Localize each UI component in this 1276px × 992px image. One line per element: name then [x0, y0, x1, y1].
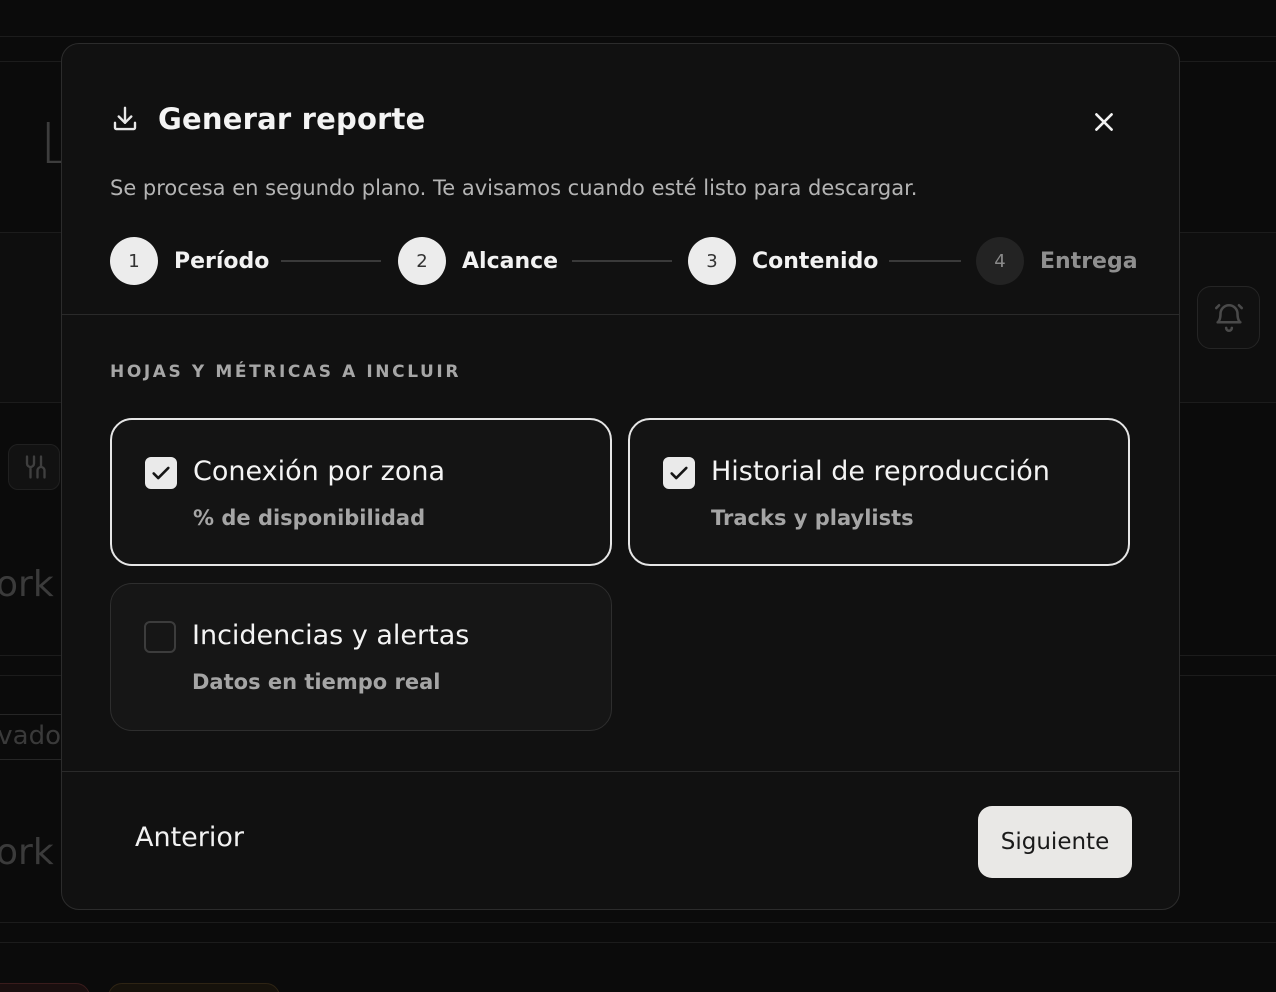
checkbox-playback-history[interactable] [663, 457, 695, 489]
step-label: Alcance [462, 248, 559, 274]
option-subtitle: Tracks y playlists [711, 506, 914, 530]
dialog-subtitle: Se procesa en segundo plano. Te avisamos… [110, 176, 918, 200]
step-connector [281, 260, 381, 262]
dialog-footer: Anterior Siguiente [62, 771, 1179, 909]
option-card-incidents-alerts[interactable]: Incidencias y alertas Datos en tiempo re… [110, 583, 612, 731]
bell-icon [1214, 303, 1243, 332]
bg-filter-button[interactable] [8, 444, 60, 490]
previous-button[interactable]: Anterior [135, 822, 244, 853]
close-button[interactable] [1086, 104, 1122, 140]
step-number: 3 [688, 237, 736, 285]
option-title: Incidencias y alertas [192, 620, 470, 651]
step-connector [572, 260, 672, 262]
step-delivery[interactable]: 4 Entrega [976, 237, 1138, 285]
bg-divider [0, 36, 1276, 37]
dialog-title-row: Generar reporte [110, 102, 426, 136]
step-content[interactable]: 3 Contenido [688, 237, 878, 285]
step-number: 2 [398, 237, 446, 285]
step-label: Contenido [752, 248, 879, 274]
step-number: 4 [976, 237, 1024, 285]
checkbox-incidents-alerts[interactable] [144, 621, 176, 653]
option-subtitle: % de disponibilidad [193, 506, 426, 530]
option-card-playback-history[interactable]: Historial de reproducción Tracks y playl… [628, 418, 1130, 566]
notifications-button[interactable] [1197, 286, 1260, 349]
option-subtitle: Datos en tiempo real [192, 670, 441, 694]
option-title: Conexión por zona [193, 456, 446, 487]
dialog-header: Generar reporte Se procesa en segundo pl… [62, 44, 1179, 315]
close-icon [1095, 113, 1113, 131]
checkbox-zone-connection[interactable] [145, 457, 177, 489]
bg-divider [0, 922, 1276, 923]
dialog-title: Generar reporte [158, 102, 426, 136]
generate-report-dialog: Generar reporte Se procesa en segundo pl… [61, 43, 1180, 910]
next-button[interactable]: Siguiente [978, 806, 1132, 878]
step-scope[interactable]: 2 Alcance [398, 237, 558, 285]
option-title: Historial de reproducción [711, 456, 1050, 487]
check-icon [152, 466, 170, 480]
step-label: Período [174, 248, 270, 274]
bg-badge [0, 983, 90, 992]
bg-badge [108, 983, 280, 992]
step-period[interactable]: 1 Período [110, 237, 269, 285]
step-number: 1 [110, 237, 158, 285]
section-label: HOJAS Y MÉTRICAS A INCLUIR [110, 362, 462, 382]
plug-icon [25, 455, 46, 479]
option-card-zone-connection[interactable]: Conexión por zona % de disponibilidad [110, 418, 612, 566]
check-icon [670, 466, 688, 480]
wizard-stepper: 1 Período 2 Alcance 3 Contenido 4 Entreg… [110, 237, 1138, 285]
bg-divider [0, 942, 1276, 943]
step-connector [889, 260, 961, 262]
download-icon [110, 103, 142, 135]
step-label: Entrega [1040, 248, 1138, 274]
